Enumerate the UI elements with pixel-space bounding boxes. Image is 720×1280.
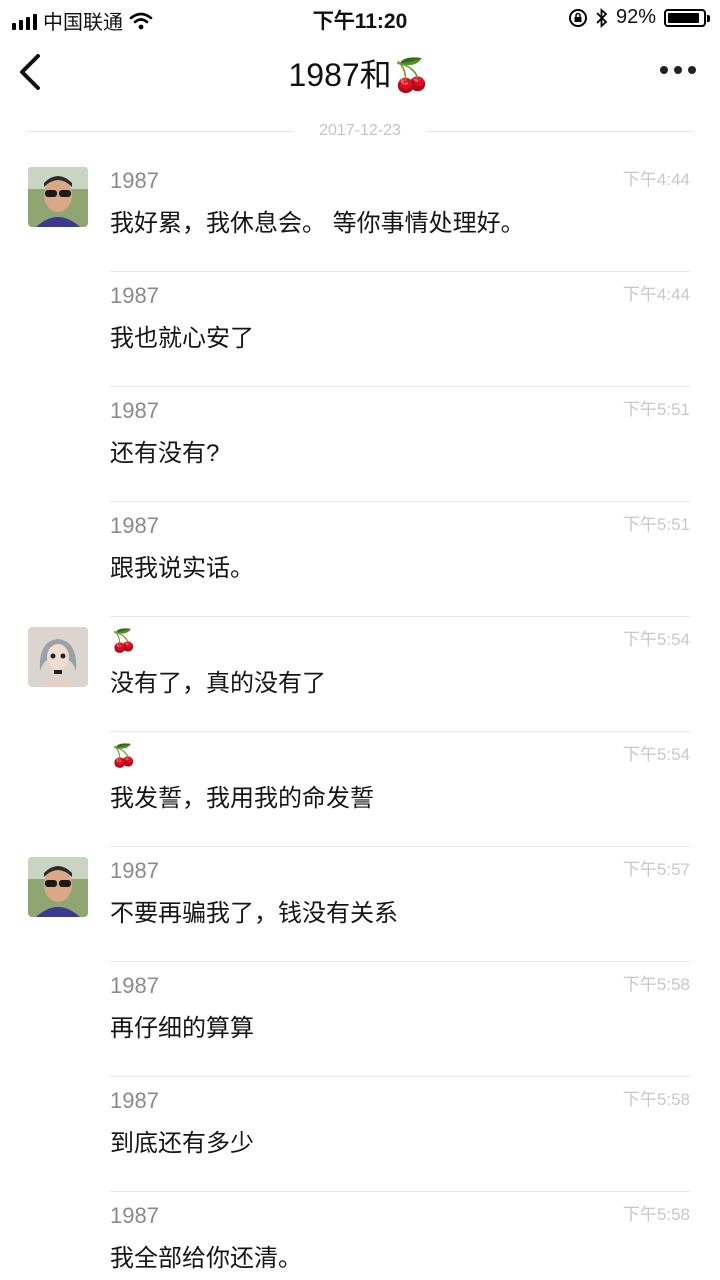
sender-name: 🍒: [110, 628, 138, 653]
message-text: 我好累，我休息会。 等你事情处理好。: [110, 210, 525, 237]
nav-bar: 1987和🍒: [0, 40, 720, 110]
message-item[interactable]: 1987 下午5:51 还有没有?: [0, 387, 720, 502]
message-time: 下午5:54: [622, 745, 690, 764]
page-title: 1987和🍒: [288, 57, 432, 93]
message-text: 再仔细的算算: [110, 1015, 254, 1042]
status-bar: 中国联通 下午11:20 92%: [0, 0, 720, 36]
sender-name: 1987: [110, 973, 159, 998]
avatar[interactable]: [28, 857, 88, 917]
sender-name: 1987: [110, 858, 159, 883]
message-time: 下午5:58: [622, 1090, 690, 1109]
sender-name: 1987: [110, 1203, 159, 1228]
rotation-lock-icon: [568, 8, 587, 27]
message-time: 下午5:54: [622, 630, 690, 649]
message-item[interactable]: 1987 下午4:44 我也就心安了: [0, 272, 720, 387]
message-item[interactable]: 1987 下午5:58 再仔细的算算: [0, 962, 720, 1077]
more-icon[interactable]: [660, 66, 696, 74]
message-time: 下午5:51: [622, 515, 690, 534]
message-text: 还有没有?: [110, 440, 220, 467]
message-time: 下午5:58: [622, 975, 690, 994]
message-item[interactable]: 1987 下午5:51 跟我说实话。: [0, 502, 720, 617]
date-divider: 2017-12-23: [28, 120, 692, 142]
message-text: 到底还有多少: [110, 1130, 254, 1157]
bluetooth-icon: [596, 7, 608, 28]
message-time: 下午5:58: [622, 1205, 690, 1224]
message-text: 我发誓，我用我的命发誓: [110, 785, 374, 812]
message-text: 跟我说实话。: [110, 555, 254, 582]
sender-name: 1987: [110, 168, 159, 193]
message-time: 下午4:44: [622, 170, 690, 189]
avatar[interactable]: [28, 627, 88, 687]
message-item[interactable]: 1987 下午5:58 到底还有多少: [0, 1077, 720, 1192]
message-text: 没有了，真的没有了: [110, 670, 326, 697]
message-item[interactable]: 1987 下午5:58 我全部给你还清。: [0, 1192, 720, 1280]
sender-name: 1987: [110, 398, 159, 423]
message-text: 我全部给你还清。: [110, 1245, 302, 1272]
avatar[interactable]: [28, 167, 88, 227]
battery-percent: 92%: [615, 6, 656, 28]
sender-name: 🍒: [110, 743, 138, 768]
message-item[interactable]: 1987 下午4:44 我好累，我休息会。 等你事情处理好。: [0, 157, 720, 272]
message-time: 下午5:51: [622, 400, 690, 419]
message-item[interactable]: 1987 下午5:57 不要再骗我了，钱没有关系: [0, 847, 720, 962]
battery-icon: [664, 8, 710, 27]
message-time: 下午5:57: [622, 860, 690, 879]
message-text: 不要再骗我了，钱没有关系: [110, 900, 398, 927]
message-time: 下午4:44: [622, 285, 690, 304]
message-item[interactable]: 🍒 下午5:54 没有了，真的没有了: [0, 617, 720, 732]
sender-name: 1987: [110, 513, 159, 538]
message-text: 我也就心安了: [110, 325, 254, 352]
sender-name: 1987: [110, 283, 159, 308]
date-label: 2017-12-23: [319, 122, 401, 139]
sender-name: 1987: [110, 1088, 159, 1113]
message-item[interactable]: 🍒 下午5:54 我发誓，我用我的命发誓: [0, 732, 720, 847]
